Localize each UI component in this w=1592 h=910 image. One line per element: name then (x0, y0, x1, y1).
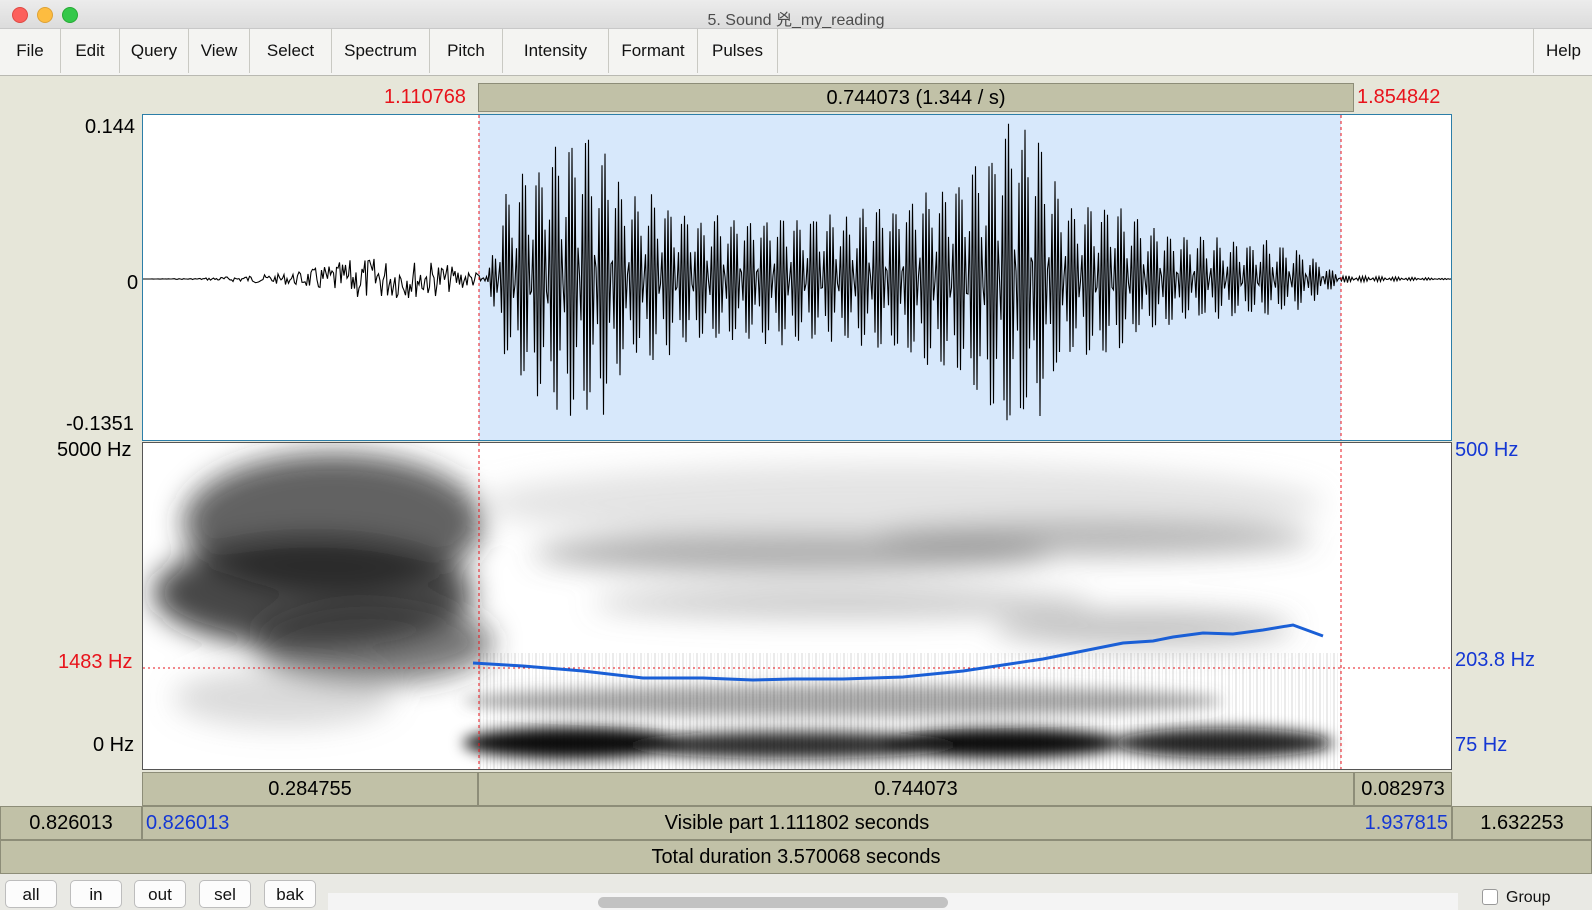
waveform-max-label: 0.144 (85, 116, 136, 138)
spectrogram-panel[interactable] (142, 442, 1452, 770)
spectrogram-cursor-label: 1483 Hz (58, 651, 133, 673)
horizontal-scrollbar[interactable] (328, 893, 1458, 910)
interval-after-selection[interactable]: 0.082973 (1354, 772, 1452, 806)
pitch-cursor-label: 203.8 Hz (1455, 649, 1536, 671)
zoom-out-button[interactable]: out (134, 880, 186, 908)
visible-end-label: 1.937815 (1364, 812, 1448, 834)
menu-pitch[interactable]: Pitch (430, 29, 503, 73)
title-bar: 5. Sound 兇_my_reading (0, 0, 1592, 29)
total-duration-bar[interactable]: Total duration 3.570068 seconds (0, 840, 1592, 874)
menu-bar: File Edit Query View Select Spectrum Pit… (0, 29, 1592, 76)
waveform-svg (143, 115, 1451, 440)
spectrogram-top-label: 5000 Hz (57, 439, 132, 461)
visible-part-label: Visible part 1.111802 seconds (664, 812, 930, 834)
pitch-bottom-label: 75 Hz (1455, 734, 1508, 756)
selection-duration-bar[interactable]: 0.744073 (1.344 / s) (478, 83, 1354, 112)
zoom-back-button[interactable]: bak (264, 880, 316, 908)
menu-select[interactable]: Select (250, 29, 332, 73)
pitch-top-label: 500 Hz (1455, 439, 1519, 461)
waveform-min-label: -0.1351 (66, 413, 134, 435)
group-label: Group (1506, 889, 1551, 906)
menu-intensity[interactable]: Intensity (503, 29, 609, 73)
menu-formant[interactable]: Formant (609, 29, 698, 73)
group-checkbox[interactable] (1482, 889, 1498, 905)
menu-view[interactable]: View (189, 29, 250, 73)
menu-query[interactable]: Query (120, 29, 189, 73)
scrollbar-thumb[interactable] (598, 897, 948, 908)
harmonic-striation (479, 653, 1341, 769)
spectrogram-bottom-label: 0 Hz (93, 734, 135, 756)
interval-selection[interactable]: 0.744073 (478, 772, 1354, 806)
zoom-all-button[interactable]: all (5, 880, 57, 908)
visible-start-label: 0.826013 (146, 812, 230, 834)
selection-end-label: 1.854842 (1357, 86, 1441, 108)
interval-before-selection[interactable]: 0.284755 (142, 772, 478, 806)
menu-pulses[interactable]: Pulses (698, 29, 778, 73)
spectrogram-svg (143, 443, 1451, 769)
visible-right-outside[interactable]: 1.632253 (1452, 806, 1592, 840)
waveform-zero-label: 0 (127, 272, 139, 294)
menu-edit[interactable]: Edit (61, 29, 120, 73)
menu-file[interactable]: File (0, 29, 61, 73)
zoom-in-button[interactable]: in (70, 880, 122, 908)
menu-help[interactable]: Help (1533, 29, 1592, 73)
visible-left-outside[interactable]: 0.826013 (0, 806, 142, 840)
waveform-panel[interactable] (142, 114, 1452, 441)
menu-spectrum[interactable]: Spectrum (332, 29, 430, 73)
visible-part-bar[interactable]: 0.826013 Visible part 1.111802 seconds 1… (142, 806, 1452, 840)
selection-start-label: 1.110768 (384, 86, 466, 108)
window-title: 5. Sound 兇_my_reading (707, 12, 885, 29)
zoom-selection-button[interactable]: sel (199, 880, 251, 908)
